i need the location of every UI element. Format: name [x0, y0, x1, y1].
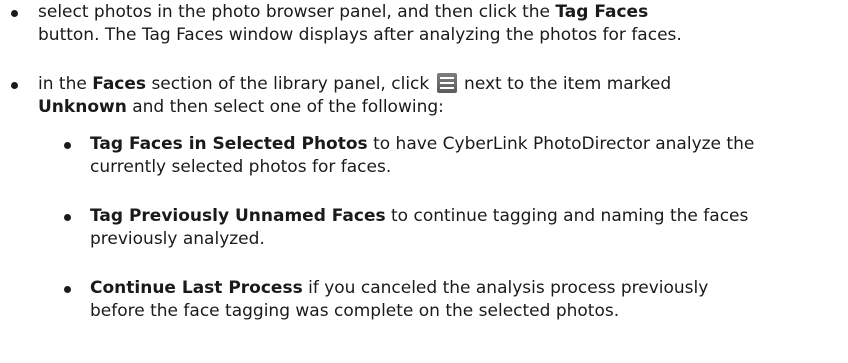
subitem-2-line-1: Tag Previously Unnamed Faces to continue… [90, 205, 748, 228]
subitem-2-text-2: previously analyzed. [90, 229, 265, 249]
tag-faces-term: Tag Faces [555, 2, 649, 22]
subitem-3-line-1: Continue Last Process if you canceled th… [90, 277, 708, 300]
item-1-text-2: button. The Tag Faces window displays af… [38, 25, 682, 45]
faces-term: Faces [92, 74, 147, 94]
subitem-2-text: to continue tagging and naming the faces [385, 206, 749, 226]
menu-lines-icon [436, 73, 457, 93]
sub-bullet [64, 142, 71, 149]
item-1-text: select photos in the photo browser panel… [38, 2, 556, 22]
item-2-line-1: in the Faces section of the library pane… [38, 73, 671, 96]
subitem-2-line-2: previously analyzed. [90, 228, 265, 251]
item-2-line-2: Unknown and then select one of the follo… [38, 96, 444, 119]
subitem-3-line-2: before the face tagging was complete on … [90, 300, 619, 323]
item-2-text: in the [38, 74, 93, 94]
item-2-text-mid: section of the library panel, click [146, 74, 435, 94]
bullet [11, 82, 18, 89]
subitem-1-line-1: Tag Faces in Selected Photos to have Cyb… [90, 133, 754, 156]
subitem-3-text: if you canceled the analysis process pre… [302, 278, 709, 298]
sub-bullet [64, 286, 71, 293]
subitem-3-text-2: before the face tagging was complete on … [90, 301, 620, 321]
unknown-term: Unknown [38, 97, 127, 117]
subitem-1-text: to have CyberLink PhotoDirector analyze … [367, 134, 755, 154]
item-2-text-post: next to the item marked [458, 74, 672, 94]
item-2-text-2: and then select one of the following: [126, 97, 444, 117]
document-page: select photos in the photo browser panel… [0, 0, 848, 363]
option-tag-previously-unnamed: Tag Previously Unnamed Faces [90, 206, 386, 226]
subitem-1-text-2: currently selected photos for faces. [90, 157, 392, 177]
item-1-line-1: select photos in the photo browser panel… [38, 1, 648, 24]
subitem-1-line-2: currently selected photos for faces. [90, 156, 391, 179]
sub-bullet [64, 214, 71, 221]
item-1-line-2: button. The Tag Faces window displays af… [38, 24, 682, 47]
bullet [11, 10, 18, 17]
option-continue-last-process: Continue Last Process [90, 278, 303, 298]
option-tag-faces-selected: Tag Faces in Selected Photos [90, 134, 368, 154]
